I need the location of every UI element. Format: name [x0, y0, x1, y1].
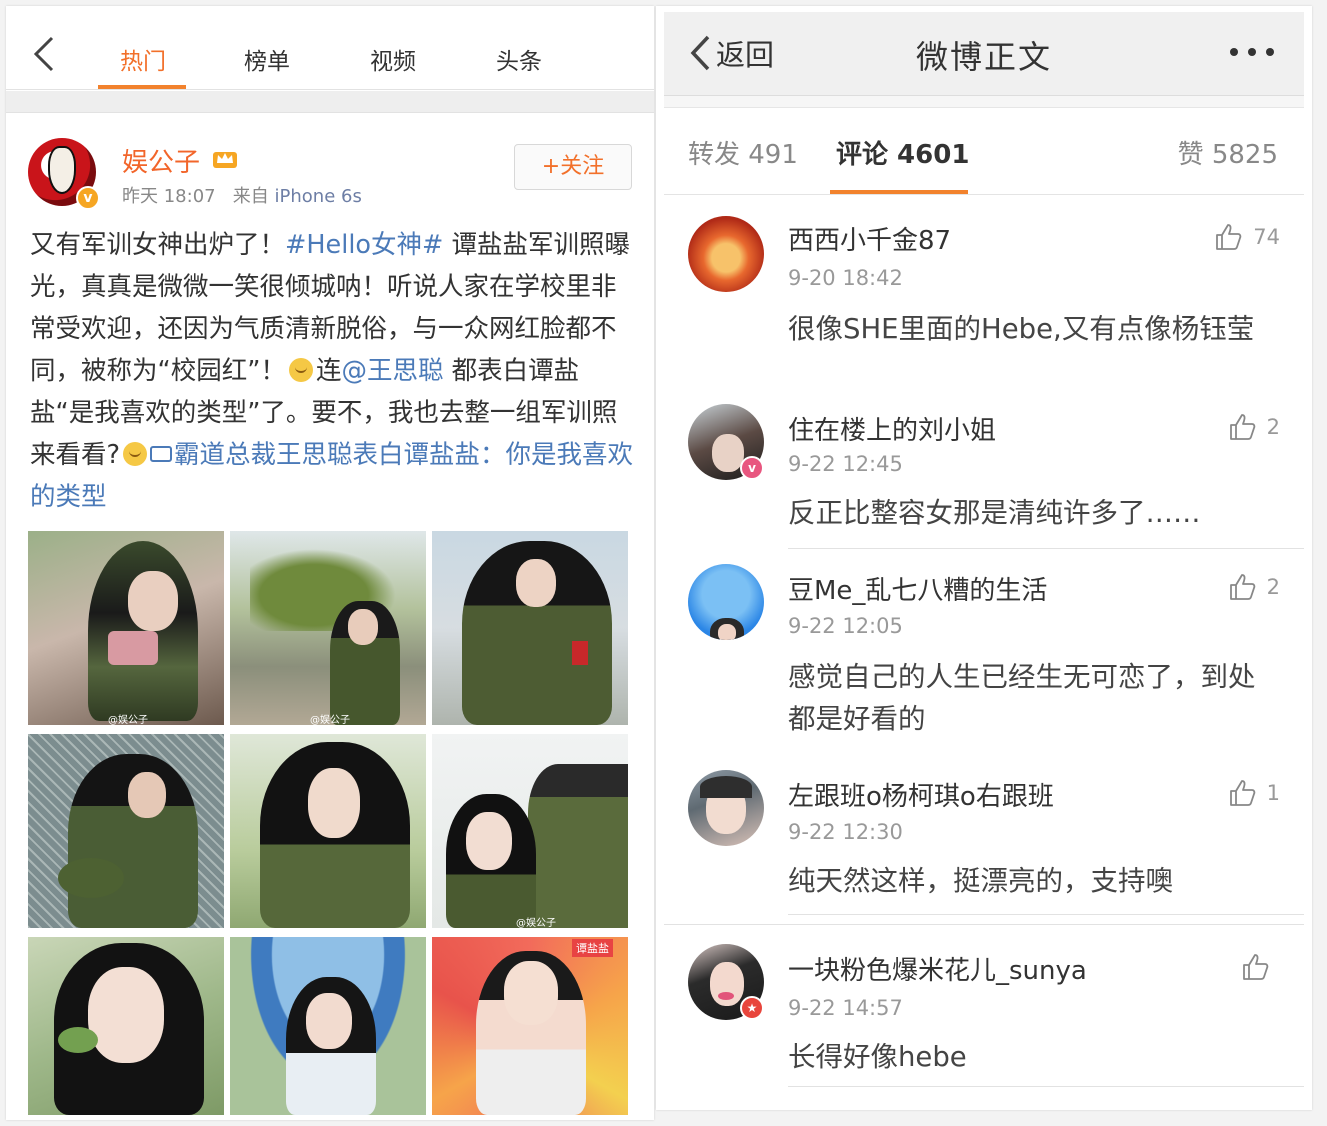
weibo-feed-panel: 热门 榜单 视频 头条 v 娱公子 昨天 18:07 来自 iPhone 6s …	[6, 6, 654, 1120]
comment-text: 很像SHE里面的Hebe,又有点像杨钰莹	[788, 313, 1255, 345]
tab-hot[interactable]: 热门	[110, 42, 176, 75]
mention-link[interactable]: @王思聪	[341, 356, 443, 386]
tabs-divider	[664, 194, 1304, 195]
comment-divider	[788, 1086, 1304, 1087]
thumbs-up-icon	[1229, 414, 1255, 440]
photo-thumbnail[interactable]	[28, 937, 224, 1115]
post-body: 又有军训女神出炉了！#Hello女神# 谭盐盐军训照曝光，真真是微微一笑很倾城呐…	[30, 224, 640, 518]
commenter-avatar[interactable]	[688, 216, 764, 292]
photo-thumbnail[interactable]	[230, 937, 426, 1115]
verified-badge-icon: v	[76, 186, 100, 210]
like-button[interactable]: 74	[1213, 222, 1280, 252]
more-options-icon[interactable]	[1230, 48, 1278, 60]
comment-time: 9-22 12:45	[788, 452, 903, 476]
post-text-part: 连	[315, 356, 342, 386]
crown-icon	[213, 152, 237, 168]
vip-badge-icon: v	[740, 456, 764, 480]
photo-thumbnail[interactable]: @娱公子	[28, 531, 224, 725]
top-nav: 热门 榜单 视频 头条	[6, 6, 654, 90]
photo-thumbnail[interactable]	[230, 734, 426, 928]
comment-text: 纯天然这样，挺漂亮的，支持噢	[788, 865, 1173, 897]
tab-reposts[interactable]: 转发 491	[688, 134, 798, 171]
thumbs-up-icon	[1216, 224, 1242, 250]
vip-star-icon: ★	[740, 996, 764, 1020]
post-time: 昨天 18:07	[122, 186, 216, 207]
like-button[interactable]	[1240, 952, 1280, 982]
commenter-avatar[interactable]	[688, 770, 764, 846]
active-tab-indicator	[98, 85, 186, 89]
tab-rankings[interactable]: 榜单	[234, 42, 300, 75]
doge-emoji-icon	[123, 442, 148, 466]
like-button[interactable]: 1	[1227, 778, 1280, 808]
comment-divider	[788, 548, 1304, 549]
hashtag-link[interactable]: #Hello女神#	[285, 230, 443, 260]
video-link-text: 霸道总裁王思聪表白谭盐盐：你是我喜欢的类型	[30, 440, 634, 512]
post-text-part: 又有军训女神出炉了！	[30, 230, 286, 260]
commenter-name[interactable]: 左跟班o杨柯琪o右跟班	[788, 776, 1054, 813]
source-prefix: 来自	[232, 186, 269, 207]
watermark: @娱公子	[108, 715, 148, 725]
photo-grid: @娱公子 @娱公子 @娱公子 谭盐盐	[28, 531, 632, 1115]
post-meta: 昨天 18:07 来自 iPhone 6s	[122, 182, 362, 208]
comment-text: 长得好像hebe	[788, 1041, 967, 1073]
screenshot-composite: 热门 榜单 视频 头条 v 娱公子 昨天 18:07 来自 iPhone 6s …	[0, 0, 1327, 1126]
comment-time: 9-22 12:30	[788, 820, 903, 844]
commenter-name[interactable]: 豆Me_乱七八糟的生活	[788, 570, 1047, 607]
like-button[interactable]: 2	[1227, 572, 1280, 602]
section-divider	[664, 924, 1304, 925]
photo-thumbnail[interactable]: 谭盐盐	[432, 937, 628, 1115]
tab-headlines[interactable]: 头条	[486, 42, 552, 75]
tab-videos[interactable]: 视频	[360, 42, 426, 75]
like-count: 74	[1253, 225, 1280, 249]
post-source: iPhone 6s	[274, 186, 362, 207]
comment-time: 9-22 12:05	[788, 614, 903, 638]
video-icon	[150, 446, 173, 462]
detail-header: 返回 微博正文	[664, 12, 1304, 96]
watermark: @娱公子	[516, 918, 556, 928]
photo-thumbnail[interactable]: @娱公子	[230, 531, 426, 725]
author-name[interactable]: 娱公子	[122, 142, 200, 179]
comment-time: 9-20 18:42	[788, 266, 903, 290]
header-divider	[664, 96, 1304, 108]
tab-comments[interactable]: 评论 4601	[836, 134, 969, 171]
photo-thumbnail[interactable]: @娱公子	[432, 734, 628, 928]
like-button[interactable]: 2	[1227, 412, 1280, 442]
commenter-name[interactable]: 西西小千金87	[788, 220, 951, 257]
photo-thumbnail[interactable]	[28, 734, 224, 928]
thumbs-up-icon	[1243, 954, 1269, 980]
commenter-avatar[interactable]	[688, 564, 764, 640]
like-count: 2	[1266, 415, 1280, 439]
commenter-name[interactable]: 住在楼上的刘小姐	[788, 410, 996, 447]
comment-text: 感觉自己的人生已经生无可恋了，到处都是好看的	[788, 661, 1256, 735]
comment-text: 反正比整容女那是清纯许多了……	[788, 497, 1201, 529]
like-count: 2	[1266, 575, 1280, 599]
weibo-detail-panel: 返回 微博正文 转发 491 评论 4601 赞 5825 西西小千金87 74…	[656, 6, 1312, 1110]
comment-divider	[788, 914, 1304, 915]
photo-thumbnail[interactable]	[432, 531, 628, 725]
section-divider	[6, 91, 654, 113]
like-count: 1	[1266, 781, 1280, 805]
watermark: @娱公子	[310, 715, 350, 725]
comment-time: 9-22 14:57	[788, 996, 903, 1020]
video-link[interactable]: 霸道总裁王思聪表白谭盐盐：你是我喜欢的类型	[30, 440, 633, 512]
back-icon[interactable]	[28, 34, 64, 74]
photo-tag: 谭盐盐	[572, 939, 613, 957]
commenter-name[interactable]: 一块粉色爆米花儿_sunya	[788, 950, 1087, 987]
tab-likes[interactable]: 赞 5825	[1178, 134, 1278, 171]
doge-emoji-icon	[288, 358, 313, 382]
follow-button[interactable]: +关注	[514, 144, 632, 190]
page-title: 微博正文	[915, 38, 1052, 76]
thumbs-up-icon	[1229, 780, 1255, 806]
thumbs-up-icon	[1229, 574, 1255, 600]
